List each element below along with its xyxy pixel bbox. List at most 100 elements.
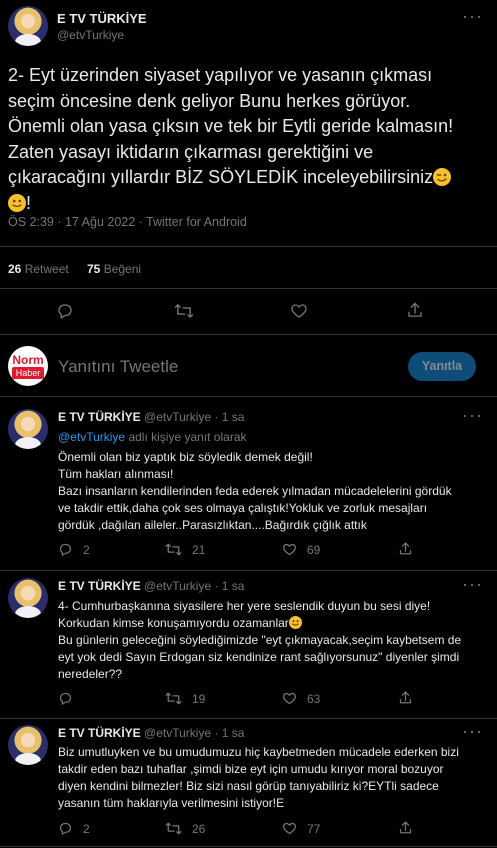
retweet-icon: [165, 691, 182, 706]
reply-body: Biz umutluyken ve bu umudumuzu hiç kaybe…: [58, 744, 488, 812]
author-handle[interactable]: @etvTurkiye: [57, 28, 124, 42]
reply-icon: [58, 691, 73, 706]
reply-header: E TV TÜRKİYE @etvTurkiye · 1 sa: [58, 579, 244, 593]
reply-line: Biz umutluyken ve bu umudumuzu hiç kaybe…: [58, 745, 459, 759]
reply-handle[interactable]: @etvTurkiye: [144, 579, 211, 593]
more-options-icon[interactable]: ···: [462, 574, 483, 595]
reply-time[interactable]: · 1 sa: [214, 410, 244, 424]
reply-line: ve takdir ettik,daha çok ses olmaya çalı…: [58, 501, 428, 515]
reply-line: takdir eden bazı tuhaflar ,şimdi bize ey…: [58, 762, 444, 776]
reply-display-name[interactable]: E TV TÜRKİYE: [58, 579, 141, 593]
logo-top-text: Norm: [12, 353, 44, 367]
reply-line: diyen kendini bilmezler! Biz sizi nasıl …: [58, 779, 439, 793]
reply-body: 4- Cumhurbaşkanına siyasilere her yere s…: [58, 598, 488, 683]
divider: [0, 570, 497, 571]
reply-line: gördük ,dağılan aileler..Parasızlıktan..…: [58, 518, 367, 532]
like-icon: [282, 542, 297, 557]
reply-handle[interactable]: @etvTurkiye: [144, 410, 211, 424]
reply-icon: [58, 821, 73, 836]
tweet-line-end: !: [26, 192, 32, 213]
retweet-count: 26: [8, 262, 22, 276]
replying-mention[interactable]: @etvTurkiye: [58, 430, 125, 444]
share-icon: [398, 541, 413, 557]
user-avatar[interactable]: Norm Haber: [8, 346, 48, 386]
like-count: 63: [307, 691, 321, 706]
more-options-icon[interactable]: ···: [462, 6, 483, 27]
logo-bottom-text: Haber: [12, 367, 44, 379]
wink-face-icon: [433, 168, 452, 186]
retweet-label: Retweet: [24, 262, 69, 276]
like-count: 77: [307, 821, 321, 836]
like-icon: [282, 691, 297, 706]
tweet-line: çıkaracağını yıllardır BİZ SÖYLEDİK ince…: [8, 167, 434, 187]
retweet-count: 21: [192, 542, 206, 557]
replying-suffix: adlı kişiye yanıt olarak: [128, 430, 247, 444]
reply-count: 2: [83, 821, 90, 836]
retweet-icon[interactable]: [174, 302, 194, 320]
retweet-action[interactable]: 19: [165, 691, 205, 706]
reply-line: Bazı insanların kendilerinden feda edere…: [58, 484, 452, 498]
retweet-icon: [165, 542, 182, 557]
tweet-meta[interactable]: ÖS 2:39 · 17 Ağu 2022 · Twitter for Andr…: [8, 215, 247, 229]
reply-line: Önemli olan biz yaptık biz söyledik deme…: [58, 450, 313, 464]
retweet-action[interactable]: 21: [165, 542, 205, 557]
share-action[interactable]: [398, 820, 423, 836]
slightly-smiling-face-icon: [8, 193, 26, 212]
divider: [0, 718, 497, 719]
tweet-line-6: !: [8, 191, 493, 217]
reply-handle[interactable]: @etvTurkiye: [144, 726, 211, 740]
tweet-line-5: çıkaracağını yıllardır BİZ SÖYLEDİK ince…: [8, 165, 493, 191]
reply-line: yasanın tüm haklarıyla verilmesini istiy…: [58, 796, 285, 810]
reply-line: 4- Cumhurbaşkanına siyasilere her yere s…: [58, 599, 431, 613]
reply-line: Korkudan kimse konuşamıyordu ozamanlar: [58, 616, 289, 630]
more-options-icon[interactable]: ···: [462, 721, 483, 742]
reply-action[interactable]: 2: [58, 821, 90, 836]
reply-header: E TV TÜRKİYE @etvTurkiye · 1 sa: [58, 410, 244, 424]
reply-header: E TV TÜRKİYE @etvTurkiye · 1 sa: [58, 726, 244, 740]
like-action[interactable]: 69: [282, 542, 320, 557]
share-action[interactable]: [398, 541, 423, 557]
retweet-count: 19: [192, 691, 206, 706]
reply-display-name[interactable]: E TV TÜRKİYE: [58, 726, 141, 740]
share-icon: [398, 690, 413, 706]
like-count: 75: [87, 262, 101, 276]
reply-avatar[interactable]: [8, 725, 48, 765]
reply-line: Bu günlerin geleceğini söylediğimizde "e…: [58, 633, 462, 647]
reply-action[interactable]: 2: [58, 542, 90, 557]
retweet-action[interactable]: 26: [165, 821, 205, 836]
like-icon[interactable]: [290, 302, 308, 320]
retweet-count: 26: [192, 821, 206, 836]
reply-time[interactable]: · 1 sa: [214, 579, 244, 593]
like-action[interactable]: 63: [282, 691, 320, 706]
share-action[interactable]: [398, 690, 423, 706]
share-icon[interactable]: [406, 301, 424, 320]
author-display-name[interactable]: E TV TÜRKİYE: [57, 11, 147, 26]
reply-action[interactable]: [58, 691, 83, 706]
reply-time[interactable]: · 1 sa: [214, 726, 244, 740]
reply-input[interactable]: Yanıtını Tweetle: [58, 357, 178, 377]
tweet-line: Zaten yasayı iktidarın çıkarması gerekti…: [8, 141, 374, 162]
reply-button[interactable]: Yanıtla: [408, 352, 476, 381]
like-action[interactable]: 77: [282, 821, 320, 836]
reply-icon[interactable]: [56, 302, 74, 320]
reply-avatar[interactable]: [8, 409, 48, 449]
like-icon: [282, 821, 297, 836]
more-options-icon[interactable]: ···: [462, 405, 483, 426]
retweet-stat[interactable]: 26 Retweet: [8, 262, 69, 276]
reply-line: neredeler??: [58, 667, 123, 681]
divider: [0, 846, 497, 847]
tweet-line: Önemli olan yasa çıksın ve tek bir Eytli…: [8, 116, 454, 136]
author-avatar[interactable]: [8, 6, 48, 46]
slightly-smiling-face-icon: [288, 616, 302, 629]
divider: [0, 288, 497, 289]
like-stat[interactable]: 75 Beğeni: [87, 262, 141, 276]
like-label: Beğeni: [103, 262, 142, 276]
divider: [0, 396, 497, 397]
reply-line-with-emoji: Korkudan kimse konuşamıyordu ozamanlar: [58, 615, 488, 632]
reply-display-name[interactable]: E TV TÜRKİYE: [58, 410, 141, 424]
reply-body: Önemli olan biz yaptık biz söyledik deme…: [58, 449, 488, 534]
retweet-icon: [165, 821, 182, 836]
reply-avatar[interactable]: [8, 578, 48, 618]
replying-to: @etvTurkiye adlı kişiye yanıt olarak: [58, 430, 247, 444]
reply-line: Tüm hakları alınması!: [58, 467, 174, 481]
